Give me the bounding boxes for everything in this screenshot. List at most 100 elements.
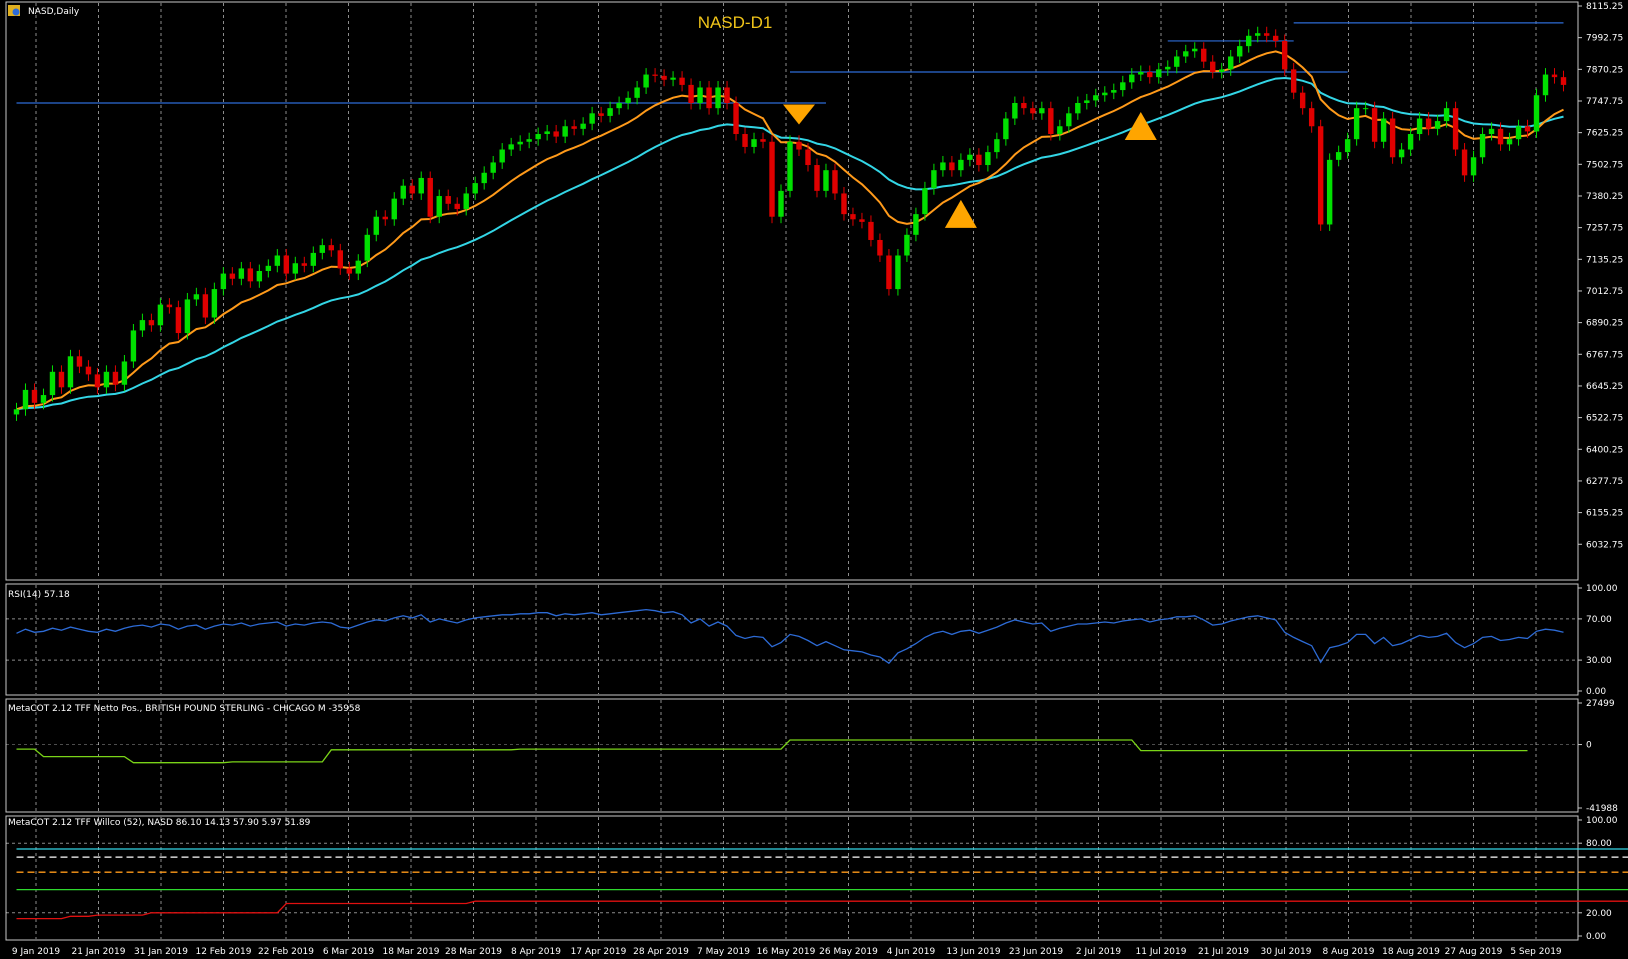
candle-body — [1147, 71, 1153, 78]
candle-body — [472, 183, 478, 194]
candle-body — [22, 389, 29, 410]
candle-body — [94, 374, 101, 388]
candle-body — [310, 252, 317, 266]
candle-body — [1461, 149, 1468, 176]
y-tick-label: 7625.25 — [1586, 129, 1623, 139]
candle-body — [175, 307, 182, 334]
candle-body — [1524, 126, 1531, 132]
candle-body — [1425, 118, 1432, 129]
candle-body — [256, 271, 263, 282]
candle-body — [1380, 118, 1387, 142]
x-tick-label: 2 Jul 2019 — [1076, 947, 1121, 957]
x-tick-label: 12 Feb 2019 — [195, 947, 251, 957]
candle-body — [1497, 128, 1504, 145]
candle-body — [994, 139, 1000, 153]
candle-body — [931, 170, 937, 189]
candle-body — [1156, 69, 1162, 78]
rsi-title: RSI(14) 57.18 — [8, 590, 70, 600]
candle-body — [760, 139, 766, 142]
candle-body — [121, 361, 128, 385]
x-tick-label: 21 Jul 2019 — [1198, 947, 1249, 957]
candle-body — [733, 102, 739, 135]
candle-body — [1470, 157, 1477, 176]
candle-body — [364, 234, 370, 261]
candle-body — [796, 141, 802, 150]
candle-body — [427, 177, 433, 217]
candle-body — [166, 304, 173, 308]
candle-body — [40, 395, 47, 403]
candle-body — [1093, 95, 1099, 101]
candle-body — [1290, 69, 1297, 93]
candle-body — [859, 219, 865, 222]
candle-body — [1479, 134, 1486, 158]
candle-body — [220, 273, 227, 290]
candle-body — [1102, 92, 1108, 96]
candle-body — [580, 123, 586, 129]
candle-body — [1353, 108, 1360, 140]
trading-chart[interactable]: NASD,Daily NASD-D1 RSI(14) 57.18 MetaCOT… — [0, 0, 1628, 959]
candle-body — [562, 126, 568, 137]
candle-body — [1506, 139, 1513, 145]
candle-body — [535, 134, 541, 140]
candle-body — [139, 320, 146, 331]
candle-body — [1048, 108, 1054, 135]
y-tick-label: 100.00 — [1586, 584, 1618, 594]
x-axis-labels: 9 Jan 2019 21 Jan 2019 31 Jan 2019 12 Feb 2… — [12, 947, 1562, 957]
candle-body — [769, 141, 775, 217]
candle-body — [778, 190, 784, 217]
candle-body — [1021, 102, 1027, 109]
candle-body — [697, 87, 703, 103]
x-tick-label: 7 May 2019 — [697, 947, 750, 957]
y-tick-label: 7012.75 — [1586, 287, 1623, 297]
x-tick-label: 18 Aug 2019 — [1382, 947, 1440, 957]
candle-body — [940, 162, 946, 171]
candle-body — [985, 152, 991, 166]
y-tick-label: 6277.75 — [1586, 477, 1623, 487]
candle-body — [895, 255, 901, 290]
candle-body — [1452, 108, 1459, 150]
candle-body — [85, 366, 92, 375]
candle-body — [724, 87, 730, 103]
candle-body — [49, 371, 56, 396]
candle-body — [301, 263, 308, 266]
willco-title: MetaCOT 2.12 TFF Willco (52), NASD 86.10… — [8, 818, 311, 828]
candle-body — [922, 188, 928, 215]
x-tick-label: 16 May 2019 — [757, 947, 816, 957]
candle-body — [238, 268, 245, 279]
x-tick-label: 18 Mar 2019 — [382, 947, 439, 957]
x-tick-label: 8 Aug 2019 — [1323, 947, 1375, 957]
candle-body — [625, 97, 631, 103]
candle-body — [274, 255, 281, 266]
candle-body — [571, 126, 577, 129]
y-tick-label: 8115.25 — [1586, 2, 1623, 12]
candle-body — [958, 159, 964, 171]
x-tick-label: 9 Jan 2019 — [12, 947, 60, 957]
y-tick-label: 7380.25 — [1586, 192, 1623, 202]
candle-body — [130, 330, 137, 362]
candle-body — [1443, 108, 1450, 122]
candle-body — [1317, 126, 1324, 225]
candle-body — [1434, 121, 1441, 129]
candle-body — [1255, 33, 1261, 36]
candle-body — [913, 214, 919, 235]
candle-body — [1246, 35, 1252, 47]
candle-body — [1542, 74, 1549, 96]
y-tick-label: 6645.25 — [1586, 382, 1623, 392]
y-tick-label: 0.00 — [1586, 932, 1606, 942]
candle-body — [1192, 48, 1198, 52]
candle-body — [823, 170, 829, 191]
candle-body — [706, 87, 712, 109]
cot-net-title: MetaCOT 2.12 TFF Netto Pos., BRITISH POU… — [8, 704, 361, 714]
candle-body — [1228, 56, 1234, 70]
candle-body — [67, 356, 74, 388]
candle-body — [1165, 66, 1171, 70]
candle-body — [751, 139, 757, 147]
x-tick-label: 5 Sep 2019 — [1510, 947, 1562, 957]
candle-body — [868, 221, 874, 240]
y-tick-label: 7502.75 — [1586, 160, 1623, 170]
candle-body — [877, 239, 883, 256]
candle-body — [463, 193, 469, 209]
y-tick-label: 0 — [1586, 741, 1592, 751]
candle-body — [148, 320, 155, 326]
candle-body — [1210, 61, 1216, 72]
